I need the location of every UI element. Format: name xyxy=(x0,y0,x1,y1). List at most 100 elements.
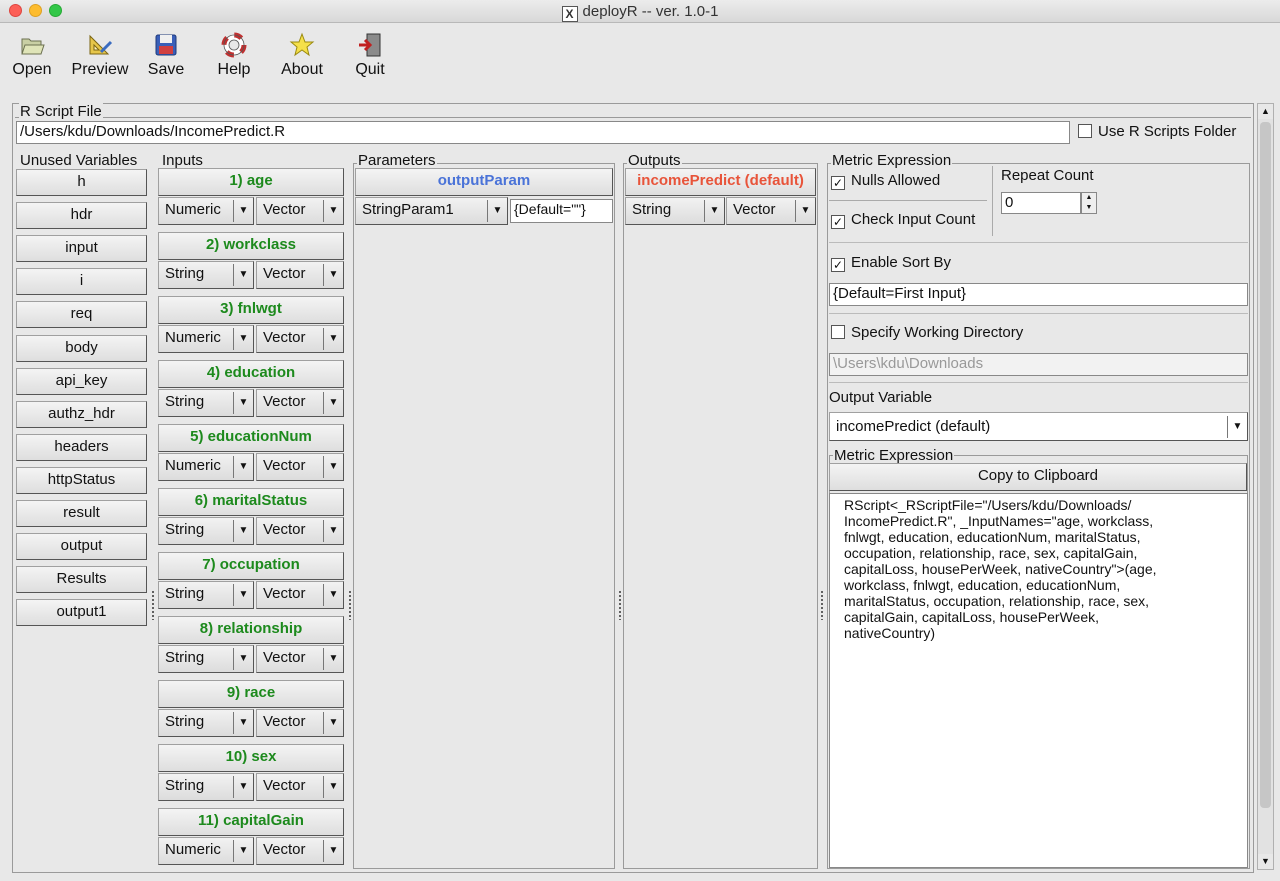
chevron-down-icon: ▼ xyxy=(233,840,253,862)
unused-variable-item[interactable]: output xyxy=(16,533,147,561)
vertical-scrollbar[interactable]: ▲ ▼ xyxy=(1257,103,1274,870)
input-shape-select[interactable]: Vector ▼ xyxy=(256,389,344,417)
nulls-allowed-box[interactable]: ✓ xyxy=(831,176,845,190)
help-button[interactable]: Help xyxy=(202,32,266,88)
input-variable-header[interactable]: 4) education xyxy=(158,360,344,388)
output-param-header[interactable]: outputParam xyxy=(355,168,613,196)
output-header[interactable]: incomePredict (default) xyxy=(625,168,816,196)
unused-variable-item[interactable]: req xyxy=(16,301,147,329)
input-type-select-value: String xyxy=(165,713,205,730)
input-shape-select[interactable]: Vector ▼ xyxy=(256,709,344,737)
output-type-select[interactable]: String ▼ xyxy=(625,197,725,225)
enable-sort-box[interactable]: ✓ xyxy=(831,258,845,272)
unused-variable-item[interactable]: i xyxy=(16,268,147,296)
input-shape-select-value: Vector xyxy=(263,777,306,794)
copy-to-clipboard-button[interactable]: Copy to Clipboard xyxy=(829,463,1247,491)
input-type-select[interactable]: Numeric ▼ xyxy=(158,197,254,225)
input-shape-select[interactable]: Vector ▼ xyxy=(256,837,344,865)
param-default-field[interactable]: {Default=""} xyxy=(510,199,613,223)
input-shape-select[interactable]: Vector ▼ xyxy=(256,261,344,289)
input-shape-select[interactable]: Vector ▼ xyxy=(256,773,344,801)
unused-variable-item[interactable]: h xyxy=(16,169,147,196)
chevron-down-icon: ▼ xyxy=(323,776,343,798)
open-button[interactable]: Open xyxy=(0,32,64,88)
check-input-count-box[interactable]: ✓ xyxy=(831,215,845,229)
quit-button[interactable]: Quit xyxy=(338,32,402,88)
about-button[interactable]: About xyxy=(270,32,334,88)
use-scripts-folder-box[interactable] xyxy=(1078,124,1092,138)
input-type-select[interactable]: String ▼ xyxy=(158,645,254,673)
unused-variable-item[interactable]: api_key xyxy=(16,367,147,395)
input-variable-header[interactable]: 11) capitalGain xyxy=(158,808,344,836)
input-type-select[interactable]: String ▼ xyxy=(158,773,254,801)
splitter-handle[interactable] xyxy=(820,590,824,620)
splitter-handle[interactable] xyxy=(618,590,622,620)
use-scripts-folder-checkbox[interactable]: Use R Scripts Folder xyxy=(1078,123,1236,140)
input-shape-select[interactable]: Vector ▼ xyxy=(256,197,344,225)
output-shape-select[interactable]: Vector ▼ xyxy=(726,197,816,225)
input-shape-select[interactable]: Vector ▼ xyxy=(256,581,344,609)
input-shape-select-value: Vector xyxy=(263,713,306,730)
star-icon xyxy=(289,32,315,57)
input-variable-header[interactable]: 2) workclass xyxy=(158,232,344,260)
input-shape-select[interactable]: Vector ▼ xyxy=(256,453,344,481)
unused-variable-item[interactable]: authz_hdr xyxy=(16,400,147,428)
input-shape-select-value: Vector xyxy=(263,585,306,602)
input-shape-select-value: Vector xyxy=(263,393,306,410)
scroll-up-icon[interactable]: ▲ xyxy=(1258,104,1273,119)
input-shape-select-value: Vector xyxy=(263,457,306,474)
chevron-down-icon: ▼ xyxy=(323,200,343,222)
working-directory-checkbox[interactable]: Specify Working Directory xyxy=(831,324,1023,341)
splitter-handle[interactable] xyxy=(348,590,352,620)
input-variable-header[interactable]: 3) fnlwgt xyxy=(158,296,344,324)
unused-variable-item[interactable]: Results xyxy=(16,566,147,594)
output-shape-value: Vector xyxy=(733,201,776,218)
working-directory-box[interactable] xyxy=(831,325,845,339)
unused-variable-item[interactable]: headers xyxy=(16,433,147,461)
unused-variable-item[interactable]: output1 xyxy=(16,599,147,627)
preview-button[interactable]: Preview xyxy=(68,32,132,88)
unused-variable-item[interactable]: httpStatus xyxy=(16,466,147,494)
input-variable-header[interactable]: 10) sex xyxy=(158,744,344,772)
chevron-down-icon: ▼ xyxy=(704,200,724,222)
unused-variable-item[interactable]: input xyxy=(16,235,147,263)
input-type-select[interactable]: Numeric ▼ xyxy=(158,453,254,481)
input-variable-header[interactable]: 1) age xyxy=(158,168,344,196)
input-type-select[interactable]: Numeric ▼ xyxy=(158,837,254,865)
input-type-select[interactable]: Numeric ▼ xyxy=(158,325,254,353)
chevron-down-icon: ▼ xyxy=(487,200,507,222)
nulls-allowed-checkbox[interactable]: ✓ Nulls Allowed xyxy=(831,172,940,190)
metric-expression-textarea[interactable]: RScript<_RScriptFile="/Users/kdu/Downloa… xyxy=(829,493,1248,868)
input-variable-header[interactable]: 6) maritalStatus xyxy=(158,488,344,516)
scroll-thumb[interactable] xyxy=(1260,122,1271,808)
input-variable-header[interactable]: 7) occupation xyxy=(158,552,344,580)
sort-by-field[interactable]: {Default=First Input} xyxy=(829,283,1248,306)
input-shape-select[interactable]: Vector ▼ xyxy=(256,645,344,673)
repeat-count-input[interactable]: 0 xyxy=(1001,192,1081,214)
output-variable-select[interactable]: incomePredict (default) ▼ xyxy=(829,412,1248,441)
input-type-select[interactable]: String ▼ xyxy=(158,581,254,609)
unused-variable-item[interactable]: body xyxy=(16,334,147,362)
enable-sort-checkbox[interactable]: ✓ Enable Sort By xyxy=(831,254,951,272)
unused-variable-item[interactable]: hdr xyxy=(16,202,147,230)
input-shape-select[interactable]: Vector ▼ xyxy=(256,517,344,545)
param-type-select[interactable]: StringParam1 ▼ xyxy=(355,197,508,225)
input-type-select[interactable]: String ▼ xyxy=(158,389,254,417)
input-type-select[interactable]: String ▼ xyxy=(158,709,254,737)
script-file-group-label: R Script File xyxy=(19,103,103,120)
input-type-select-value: String xyxy=(165,521,205,538)
input-shape-select[interactable]: Vector ▼ xyxy=(256,325,344,353)
input-type-select[interactable]: String ▼ xyxy=(158,517,254,545)
input-variable-header[interactable]: 5) educationNum xyxy=(158,424,344,452)
input-variable-header[interactable]: 8) relationship xyxy=(158,616,344,644)
working-directory-field[interactable]: \Users\kdu\Downloads xyxy=(829,353,1248,376)
input-variable-header[interactable]: 9) race xyxy=(158,680,344,708)
repeat-count-stepper[interactable]: ▲ ▼ xyxy=(1081,192,1097,214)
scroll-down-icon[interactable]: ▼ xyxy=(1258,854,1273,869)
check-input-count-checkbox[interactable]: ✓ Check Input Count xyxy=(831,211,975,229)
script-path-field[interactable]: /Users/kdu/Downloads/IncomePredict.R xyxy=(16,121,1070,144)
save-button[interactable]: Save xyxy=(134,32,198,88)
splitter-handle[interactable] xyxy=(151,590,155,620)
unused-variable-item[interactable]: result xyxy=(16,500,147,527)
input-type-select[interactable]: String ▼ xyxy=(158,261,254,289)
